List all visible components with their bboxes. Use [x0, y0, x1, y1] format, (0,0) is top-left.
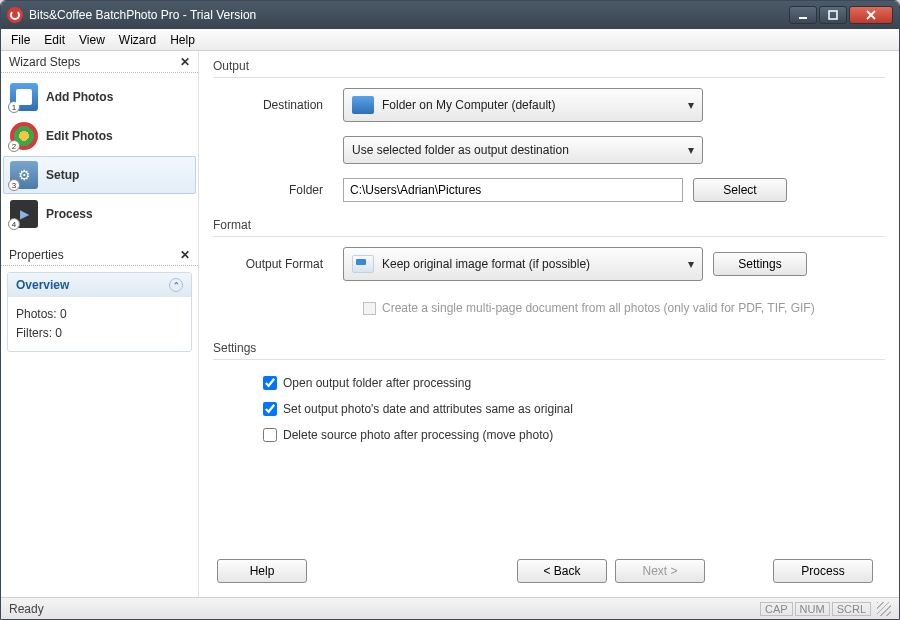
caps-indicator: CAP	[760, 602, 793, 616]
folder-icon	[352, 96, 374, 114]
step-label: Edit Photos	[46, 129, 113, 143]
open-after-checkbox[interactable]	[263, 376, 277, 390]
sidebar: Wizard Steps ✕ 1 Add Photos 2 Edit Photo…	[1, 51, 199, 597]
window-title: Bits&Coffee BatchPhoto Pro - Trial Versi…	[29, 8, 789, 22]
delete-source-checkbox[interactable]	[263, 428, 277, 442]
status-text: Ready	[9, 602, 44, 616]
menu-wizard[interactable]: Wizard	[119, 33, 156, 47]
titlebar: Bits&Coffee BatchPhoto Pro - Trial Versi…	[1, 1, 899, 29]
menu-file[interactable]: File	[11, 33, 30, 47]
folder-input[interactable]	[343, 178, 683, 202]
back-button[interactable]: < Back	[517, 559, 607, 583]
step-process[interactable]: 4 Process	[3, 195, 196, 233]
properties-title: Properties	[9, 248, 64, 262]
close-button[interactable]	[849, 6, 893, 24]
filters-count: Filters: 0	[16, 324, 183, 343]
app-icon	[7, 7, 23, 23]
settings-section-title: Settings	[213, 341, 885, 355]
resize-grip[interactable]	[877, 602, 891, 616]
photos-icon: 1	[10, 83, 38, 111]
step-label: Add Photos	[46, 90, 113, 104]
open-after-row: Open output folder after processing	[263, 376, 885, 390]
svg-rect-1	[829, 11, 837, 19]
menu-edit[interactable]: Edit	[44, 33, 65, 47]
format-section-title: Format	[213, 218, 885, 232]
format-icon	[352, 255, 374, 273]
output-section-title: Output	[213, 59, 885, 73]
collapse-icon[interactable]: ⌃	[169, 278, 183, 292]
process-button[interactable]: Process	[773, 559, 873, 583]
delete-source-label: Delete source photo after processing (mo…	[283, 428, 553, 442]
step-edit-photos[interactable]: 2 Edit Photos	[3, 117, 196, 155]
menubar: File Edit View Wizard Help	[1, 29, 899, 51]
output-format-value: Keep original image format (if possible)	[382, 257, 590, 271]
multipage-checkbox	[363, 302, 376, 315]
multipage-label: Create a single multi-page document from…	[382, 301, 815, 315]
menu-view[interactable]: View	[79, 33, 105, 47]
photos-count: Photos: 0	[16, 305, 183, 324]
setup-icon: 3	[10, 161, 38, 189]
step-label: Setup	[46, 168, 79, 182]
same-date-checkbox[interactable]	[263, 402, 277, 416]
wizard-footer: Help < Back Next > Process	[213, 546, 885, 597]
open-after-label: Open output folder after processing	[283, 376, 471, 390]
same-date-row: Set output photo's date and attributes s…	[263, 402, 885, 416]
delete-source-row: Delete source photo after processing (mo…	[263, 428, 885, 442]
main-panel: Output Destination Folder on My Computer…	[199, 51, 899, 597]
step-add-photos[interactable]: 1 Add Photos	[3, 78, 196, 116]
destination-mode-combo[interactable]: Use selected folder as output destinatio…	[343, 136, 703, 164]
maximize-button[interactable]	[819, 6, 847, 24]
help-button[interactable]: Help	[217, 559, 307, 583]
wizard-steps-title: Wizard Steps	[9, 55, 80, 69]
destination-value: Folder on My Computer (default)	[382, 98, 555, 112]
statusbar: Ready CAP NUM SCRL	[1, 597, 899, 619]
destination-combo[interactable]: Folder on My Computer (default)	[343, 88, 703, 122]
format-settings-button[interactable]: Settings	[713, 252, 807, 276]
overview-title: Overview	[16, 278, 69, 292]
output-format-label: Output Format	[213, 257, 343, 271]
overview-panel: Overview ⌃ Photos: 0 Filters: 0	[7, 272, 192, 352]
minimize-button[interactable]	[789, 6, 817, 24]
same-date-label: Set output photo's date and attributes s…	[283, 402, 573, 416]
step-label: Process	[46, 207, 93, 221]
properties-close-icon[interactable]: ✕	[180, 248, 190, 262]
edit-icon: 2	[10, 122, 38, 150]
wizard-steps-header: Wizard Steps ✕	[1, 51, 198, 73]
output-format-combo[interactable]: Keep original image format (if possible)	[343, 247, 703, 281]
menu-help[interactable]: Help	[170, 33, 195, 47]
app-window: Bits&Coffee BatchPhoto Pro - Trial Versi…	[0, 0, 900, 620]
wizard-steps-close-icon[interactable]: ✕	[180, 55, 190, 69]
folder-label: Folder	[213, 183, 343, 197]
next-button[interactable]: Next >	[615, 559, 705, 583]
destination-label: Destination	[213, 98, 343, 112]
multipage-checkbox-row: Create a single multi-page document from…	[363, 301, 885, 315]
properties-header: Properties ✕	[1, 244, 198, 266]
destination-mode-value: Use selected folder as output destinatio…	[352, 143, 569, 157]
step-setup[interactable]: 3 Setup	[3, 156, 196, 194]
process-icon: 4	[10, 200, 38, 228]
select-folder-button[interactable]: Select	[693, 178, 787, 202]
num-indicator: NUM	[795, 602, 830, 616]
scroll-indicator: SCRL	[832, 602, 871, 616]
